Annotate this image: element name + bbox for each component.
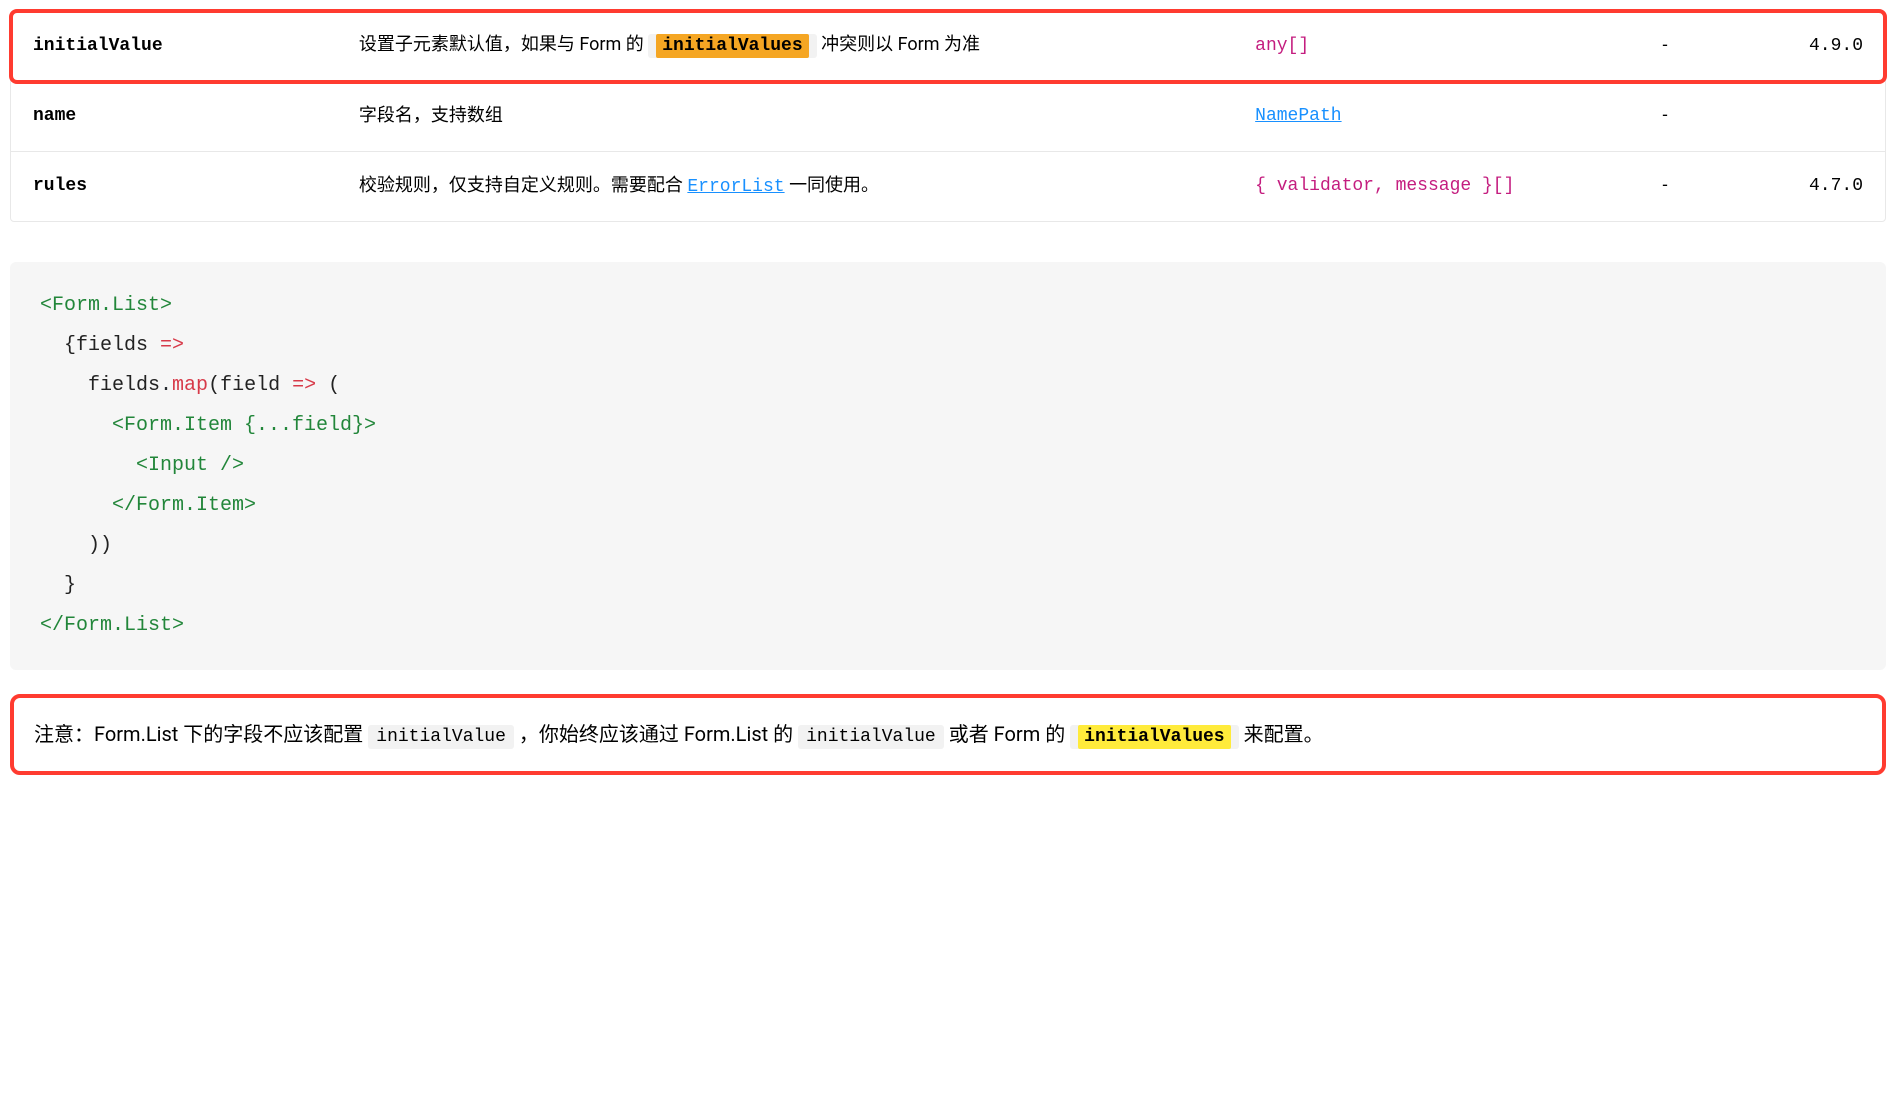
code-line: </Form.List> bbox=[40, 614, 184, 637]
default-cell: - bbox=[1641, 11, 1750, 82]
doc-container: initialValue 设置子元素默认值，如果与 Form 的 initial… bbox=[0, 0, 1896, 785]
version-cell: 4.7.0 bbox=[1749, 152, 1885, 222]
type-cell: any[] bbox=[1233, 11, 1640, 82]
code-block: <Form.List> {fields => fields.map(field … bbox=[10, 262, 1886, 670]
tok-arrow: => bbox=[292, 374, 316, 397]
code-inline: initialValue bbox=[798, 725, 944, 749]
api-table: initialValue 设置子元素默认值，如果与 Form 的 initial… bbox=[10, 10, 1886, 222]
tok-dot: . bbox=[160, 374, 172, 397]
desc-text: 校验规则，仅支持自定义规则。需要配合 bbox=[359, 175, 687, 196]
tok-method: map bbox=[172, 374, 208, 397]
code-inline: initialValue bbox=[368, 725, 514, 749]
desc-cell: 字段名，支持数组 bbox=[337, 82, 1233, 152]
code-line: <Form.Item {...field}> bbox=[40, 414, 376, 437]
code-text: ( bbox=[316, 374, 340, 397]
code-line: )) bbox=[40, 534, 112, 557]
version-cell: 4.9.0 bbox=[1749, 11, 1885, 82]
type-cell: { validator, message }[] bbox=[1233, 152, 1640, 222]
note-text: 或者 Form 的 bbox=[949, 722, 1070, 746]
code-line: fields bbox=[40, 374, 160, 397]
code-line: <Input /> bbox=[40, 454, 244, 477]
desc-text: 设置子元素默认值，如果与 Form 的 bbox=[359, 34, 648, 55]
code-inline: initialValues bbox=[648, 34, 816, 58]
code-line: <Form.List> bbox=[40, 294, 172, 317]
code-text: (field bbox=[208, 374, 292, 397]
type-link[interactable]: NamePath bbox=[1255, 106, 1341, 126]
desc-cell: 校验规则，仅支持自定义规则。需要配合 ErrorList 一同使用。 bbox=[337, 152, 1233, 222]
note-text: ，你始终应该通过 Form.List 的 bbox=[519, 722, 798, 746]
highlight-yellow: initialValues bbox=[1078, 725, 1230, 749]
prop-cell: rules bbox=[11, 152, 337, 222]
default-cell: - bbox=[1641, 82, 1750, 152]
type-cell: NamePath bbox=[1233, 82, 1640, 152]
highlight-orange: initialValues bbox=[656, 34, 808, 58]
note-text: 来配置。 bbox=[1244, 722, 1324, 746]
note-box: 注意：Form.List 下的字段不应该配置 initialValue ，你始终… bbox=[10, 694, 1886, 775]
version-cell bbox=[1749, 82, 1885, 152]
default-cell: - bbox=[1641, 152, 1750, 222]
desc-cell: 设置子元素默认值，如果与 Form 的 initialValues 冲突则以 F… bbox=[337, 11, 1233, 82]
code-line: {fields bbox=[40, 334, 160, 357]
desc-text: 一同使用。 bbox=[789, 175, 879, 196]
code-line: } bbox=[40, 574, 76, 597]
desc-text: 冲突则以 Form 为准 bbox=[821, 34, 980, 55]
prop-cell: name bbox=[11, 82, 337, 152]
prop-cell: initialValue bbox=[11, 11, 337, 82]
code-line: </Form.Item> bbox=[40, 494, 256, 517]
table-row: initialValue 设置子元素默认值，如果与 Form 的 initial… bbox=[11, 11, 1885, 82]
table-row: rules 校验规则，仅支持自定义规则。需要配合 ErrorList 一同使用。… bbox=[11, 152, 1885, 222]
note-text: 注意：Form.List 下的字段不应该配置 bbox=[34, 722, 368, 746]
code-inline: initialValues bbox=[1070, 725, 1238, 749]
desc-link[interactable]: ErrorList bbox=[687, 177, 784, 197]
table-row: name 字段名，支持数组 NamePath - bbox=[11, 82, 1885, 152]
tok-arrow: => bbox=[160, 334, 184, 357]
